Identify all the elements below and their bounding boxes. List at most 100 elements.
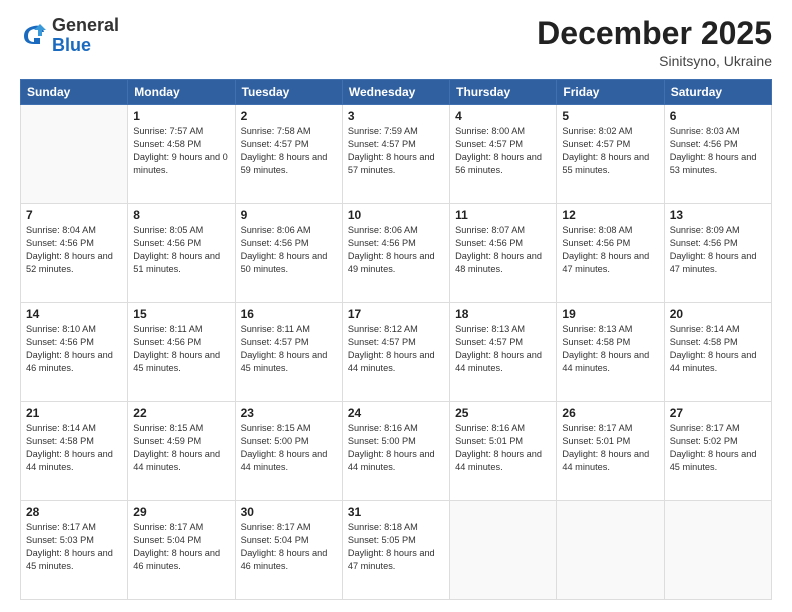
sunset-text: Sunset: 4:56 PM: [348, 237, 444, 250]
col-wednesday: Wednesday: [342, 80, 449, 105]
day-number: 2: [241, 109, 337, 123]
sunset-text: Sunset: 4:57 PM: [455, 138, 551, 151]
sunset-text: Sunset: 4:56 PM: [26, 237, 122, 250]
day-number: 11: [455, 208, 551, 222]
day-number: 20: [670, 307, 766, 321]
day-detail: Sunrise: 8:00 AMSunset: 4:57 PMDaylight:…: [455, 125, 551, 177]
sunrise-text: Sunrise: 8:06 AM: [241, 224, 337, 237]
sunset-text: Sunset: 4:57 PM: [348, 336, 444, 349]
page: General Blue December 2025 Sinitsyno, Uk…: [0, 0, 792, 612]
header: General Blue December 2025 Sinitsyno, Uk…: [20, 16, 772, 69]
sunrise-text: Sunrise: 8:17 AM: [26, 521, 122, 534]
col-thursday: Thursday: [450, 80, 557, 105]
sunrise-text: Sunrise: 8:07 AM: [455, 224, 551, 237]
daylight-text: Daylight: 8 hours and 52 minutes.: [26, 250, 122, 276]
sunrise-text: Sunrise: 8:17 AM: [133, 521, 229, 534]
sunset-text: Sunset: 4:58 PM: [26, 435, 122, 448]
table-row: 3Sunrise: 7:59 AMSunset: 4:57 PMDaylight…: [342, 105, 449, 204]
day-number: 25: [455, 406, 551, 420]
day-detail: Sunrise: 8:17 AMSunset: 5:03 PMDaylight:…: [26, 521, 122, 573]
day-detail: Sunrise: 8:14 AMSunset: 4:58 PMDaylight:…: [26, 422, 122, 474]
day-number: 1: [133, 109, 229, 123]
day-detail: Sunrise: 8:17 AMSunset: 5:01 PMDaylight:…: [562, 422, 658, 474]
day-detail: Sunrise: 8:04 AMSunset: 4:56 PMDaylight:…: [26, 224, 122, 276]
day-detail: Sunrise: 8:05 AMSunset: 4:56 PMDaylight:…: [133, 224, 229, 276]
day-number: 17: [348, 307, 444, 321]
sunset-text: Sunset: 4:57 PM: [348, 138, 444, 151]
daylight-text: Daylight: 8 hours and 45 minutes.: [241, 349, 337, 375]
day-detail: Sunrise: 8:15 AMSunset: 4:59 PMDaylight:…: [133, 422, 229, 474]
day-detail: Sunrise: 8:09 AMSunset: 4:56 PMDaylight:…: [670, 224, 766, 276]
table-row: 15Sunrise: 8:11 AMSunset: 4:56 PMDayligh…: [128, 303, 235, 402]
calendar-week-row: 7Sunrise: 8:04 AMSunset: 4:56 PMDaylight…: [21, 204, 772, 303]
col-tuesday: Tuesday: [235, 80, 342, 105]
table-row: 28 Sunrise: 8:17 AMSunset: 5:03 PMDayligh…: [21, 501, 128, 600]
sunset-text: Sunset: 4:56 PM: [133, 336, 229, 349]
day-detail: Sunrise: 8:14 AMSunset: 4:58 PMDaylight:…: [670, 323, 766, 375]
table-row: 23Sunrise: 8:15 AMSunset: 5:00 PMDayligh…: [235, 402, 342, 501]
table-row: 20 Sunrise: 8:14 AMSunset: 4:58 PMDayligh…: [664, 303, 771, 402]
calendar-week-row: 21Sunrise: 8:14 AMSunset: 4:58 PMDayligh…: [21, 402, 772, 501]
month-title: December 2025: [537, 16, 772, 51]
day-number: 14: [26, 307, 122, 321]
sunset-text: Sunset: 5:02 PM: [670, 435, 766, 448]
day-number: 28: [26, 505, 122, 519]
table-row: 13Sunrise: 8:09 AMSunset: 4:56 PMDayligh…: [664, 204, 771, 303]
daylight-text: Daylight: 8 hours and 45 minutes.: [670, 448, 766, 474]
day-detail: Sunrise: 8:13 AMSunset: 4:57 PMDaylight:…: [455, 323, 551, 375]
col-friday: Friday: [557, 80, 664, 105]
day-detail: Sunrise: 7:58 AMSunset: 4:57 PMDaylight:…: [241, 125, 337, 177]
sunset-text: Sunset: 5:05 PM: [348, 534, 444, 547]
daylight-text: Daylight: 8 hours and 44 minutes.: [26, 448, 122, 474]
logo-general: General: [52, 15, 119, 35]
sunrise-text: Sunrise: 8:12 AM: [348, 323, 444, 336]
day-number: 22: [133, 406, 229, 420]
day-detail: Sunrise: 8:07 AMSunset: 4:56 PMDaylight:…: [455, 224, 551, 276]
sunset-text: Sunset: 5:04 PM: [133, 534, 229, 547]
logo-icon: [20, 22, 48, 50]
daylight-text: Daylight: 8 hours and 47 minutes.: [670, 250, 766, 276]
sunrise-text: Sunrise: 8:14 AM: [670, 323, 766, 336]
sunrise-text: Sunrise: 8:04 AM: [26, 224, 122, 237]
table-row: [557, 501, 664, 600]
sunrise-text: Sunrise: 8:17 AM: [562, 422, 658, 435]
day-detail: Sunrise: 7:57 AMSunset: 4:58 PMDaylight:…: [133, 125, 229, 177]
sunrise-text: Sunrise: 8:14 AM: [26, 422, 122, 435]
sunrise-text: Sunrise: 8:18 AM: [348, 521, 444, 534]
sunset-text: Sunset: 4:56 PM: [670, 138, 766, 151]
day-detail: Sunrise: 8:18 AMSunset: 5:05 PMDaylight:…: [348, 521, 444, 573]
sunset-text: Sunset: 4:56 PM: [26, 336, 122, 349]
table-row: 14Sunrise: 8:10 AMSunset: 4:56 PMDayligh…: [21, 303, 128, 402]
daylight-text: Daylight: 8 hours and 59 minutes.: [241, 151, 337, 177]
daylight-text: Daylight: 8 hours and 44 minutes.: [670, 349, 766, 375]
daylight-text: Daylight: 8 hours and 45 minutes.: [133, 349, 229, 375]
daylight-text: Daylight: 8 hours and 44 minutes.: [133, 448, 229, 474]
table-row: 6Sunrise: 8:03 AMSunset: 4:56 PMDaylight…: [664, 105, 771, 204]
daylight-text: Daylight: 8 hours and 51 minutes.: [133, 250, 229, 276]
sunrise-text: Sunrise: 8:03 AM: [670, 125, 766, 138]
day-detail: Sunrise: 8:02 AMSunset: 4:57 PMDaylight:…: [562, 125, 658, 177]
sunrise-text: Sunrise: 8:02 AM: [562, 125, 658, 138]
day-detail: Sunrise: 8:16 AMSunset: 5:00 PMDaylight:…: [348, 422, 444, 474]
table-row: 7Sunrise: 8:04 AMSunset: 4:56 PMDaylight…: [21, 204, 128, 303]
calendar-table: Sunday Monday Tuesday Wednesday Thursday…: [20, 79, 772, 600]
day-detail: Sunrise: 8:17 AMSunset: 5:04 PMDaylight:…: [133, 521, 229, 573]
daylight-text: Daylight: 9 hours and 0 minutes.: [133, 151, 229, 177]
table-row: 31Sunrise: 8:18 AMSunset: 5:05 PMDayligh…: [342, 501, 449, 600]
col-saturday: Saturday: [664, 80, 771, 105]
calendar-week-row: 28 Sunrise: 8:17 AMSunset: 5:03 PMDayligh…: [21, 501, 772, 600]
sunset-text: Sunset: 4:57 PM: [455, 336, 551, 349]
sunrise-text: Sunrise: 8:16 AM: [455, 422, 551, 435]
sunrise-text: Sunrise: 8:13 AM: [562, 323, 658, 336]
sunset-text: Sunset: 5:00 PM: [348, 435, 444, 448]
sunset-text: Sunset: 5:04 PM: [241, 534, 337, 547]
sunset-text: Sunset: 5:01 PM: [562, 435, 658, 448]
daylight-text: Daylight: 8 hours and 47 minutes.: [562, 250, 658, 276]
sunset-text: Sunset: 4:56 PM: [670, 237, 766, 250]
sunset-text: Sunset: 5:00 PM: [241, 435, 337, 448]
day-number: 8: [133, 208, 229, 222]
table-row: 25Sunrise: 8:16 AMSunset: 5:01 PMDayligh…: [450, 402, 557, 501]
day-number: 5: [562, 109, 658, 123]
daylight-text: Daylight: 8 hours and 44 minutes.: [241, 448, 337, 474]
col-sunday: Sunday: [21, 80, 128, 105]
